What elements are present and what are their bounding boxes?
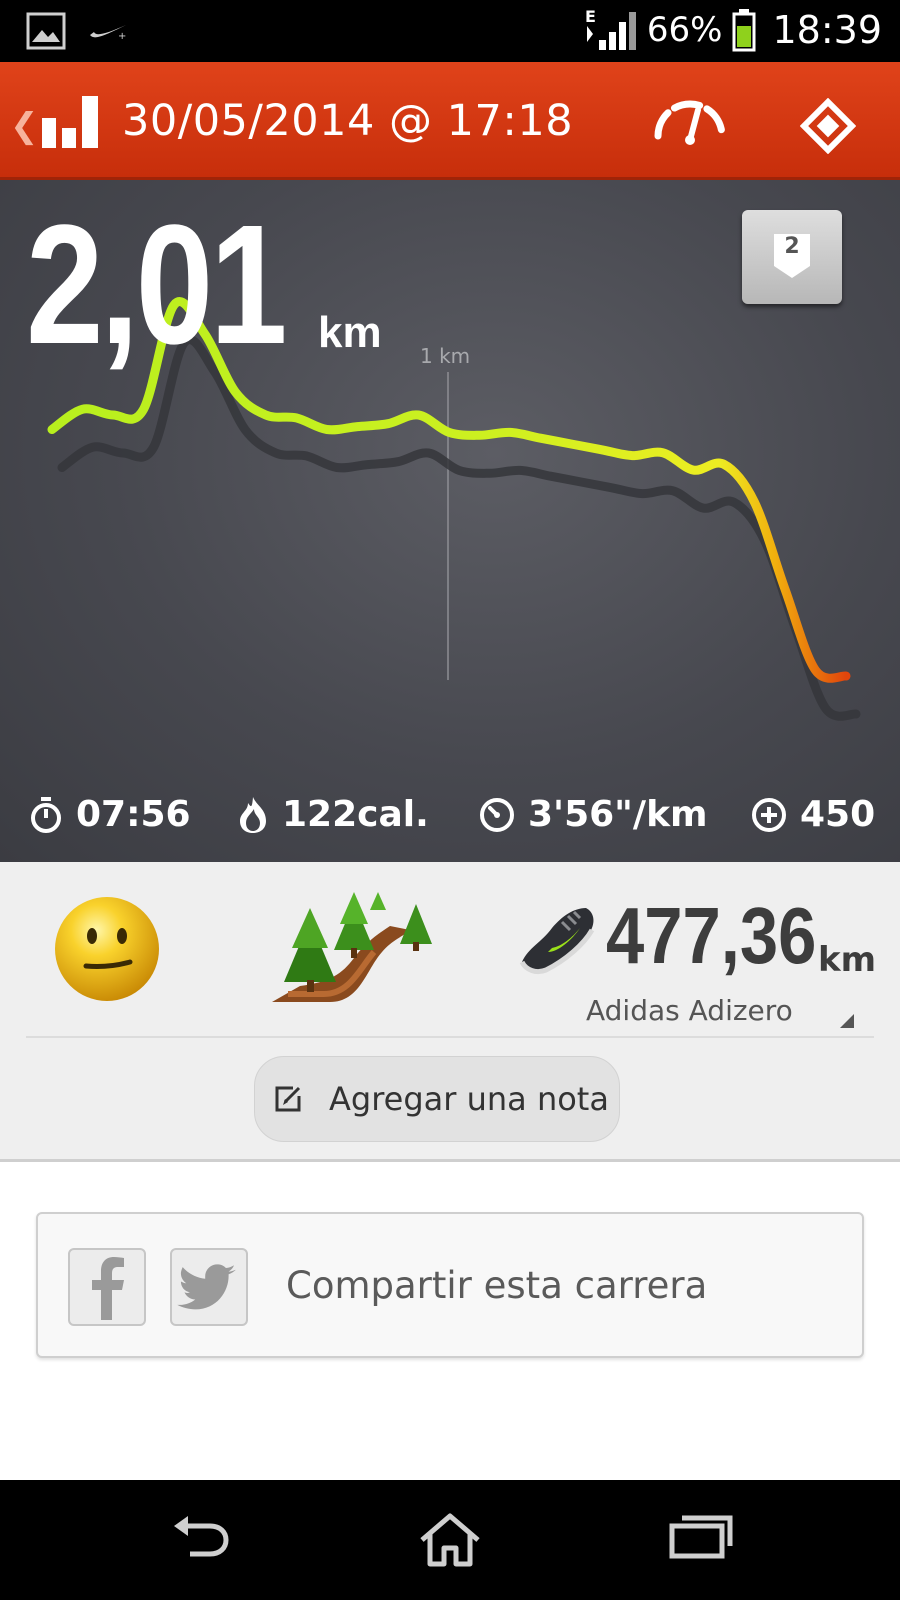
pace-stat: 3'56"/km <box>478 794 708 835</box>
svg-text:+: + <box>118 31 126 41</box>
total-distance: 2,01 <box>26 190 287 380</box>
network-type: E <box>585 8 596 26</box>
twitter-icon <box>177 1264 236 1310</box>
share-label: Compartir esta carrera <box>286 1264 708 1307</box>
calories-value: 122cal. <box>282 794 429 835</box>
neutral-face-icon[interactable] <box>52 894 162 1004</box>
fuel-stat: 450 <box>750 794 875 835</box>
app-header: ❮ 30/05/2014 @ 17:18 <box>0 62 900 180</box>
edit-note-icon <box>275 1086 301 1112</box>
divider <box>26 1036 874 1038</box>
status-bar: + E 66% 18:39 <box>0 0 900 62</box>
home-icon[interactable] <box>418 1512 482 1568</box>
duration-value: 07:56 <box>76 794 191 835</box>
speedometer-icon[interactable] <box>652 100 728 146</box>
shoe-name[interactable]: Adidas Adizero <box>586 994 793 1027</box>
system-nav-bar <box>0 1480 900 1600</box>
battery-percent: 66% <box>646 10 723 50</box>
facebook-icon <box>92 1257 124 1320</box>
signal-icon: E <box>585 8 636 50</box>
shoe-distance: 477,36 <box>606 891 817 980</box>
trail-icon[interactable] <box>270 890 434 1008</box>
pace-gauge-icon <box>480 797 514 832</box>
share-section: Compartir esta carrera <box>0 1162 900 1480</box>
back-icon[interactable] <box>170 1512 234 1560</box>
nike-icon: + <box>90 25 126 41</box>
shoe-dropdown-icon[interactable] <box>840 1014 854 1028</box>
page-title: 30/05/2014 @ 17:18 <box>122 96 574 146</box>
run-details-panel: 477,36 km Adidas Adizero Agregar una not… <box>0 862 900 1162</box>
shoe-distance-unit: km <box>818 940 877 980</box>
running-shoe-icon[interactable] <box>518 904 598 976</box>
add-note-label: Agregar una nota <box>329 1080 609 1118</box>
directions-icon[interactable] <box>800 98 856 154</box>
gallery-icon <box>26 12 66 50</box>
chevron-left-icon[interactable]: ❮ <box>10 106 39 146</box>
km-marker-label: 1 km <box>420 344 471 368</box>
duration-stat: 07:56 <box>28 794 191 835</box>
facebook-share-button[interactable] <box>68 1248 146 1326</box>
add-note-button[interactable]: Agregar una nota <box>254 1056 620 1142</box>
achievement-badge[interactable]: 2 <box>742 210 842 304</box>
flame-icon <box>240 796 266 833</box>
pace-line-shadow <box>57 335 861 721</box>
badge-number: 2 <box>784 234 800 259</box>
run-summary-panel: 2,01 km 1 km 2 07:56 122cal. 3'56"/km 45… <box>0 180 900 862</box>
distance-unit: km <box>318 308 382 357</box>
fuel-value: 450 <box>800 794 876 835</box>
share-box[interactable]: Compartir esta carrera <box>36 1212 864 1358</box>
stopwatch-icon <box>31 796 61 833</box>
recent-apps-icon[interactable] <box>668 1512 734 1560</box>
calories-stat: 122cal. <box>236 794 429 835</box>
plus-circle-icon <box>752 797 786 832</box>
run-stats: 07:56 122cal. 3'56"/km 450 <box>0 794 900 854</box>
pace-value: 3'56"/km <box>528 794 708 835</box>
clock: 18:39 <box>772 8 882 52</box>
twitter-share-button[interactable] <box>170 1248 248 1326</box>
battery-icon <box>732 9 756 52</box>
bar-chart-icon[interactable] <box>40 96 102 148</box>
